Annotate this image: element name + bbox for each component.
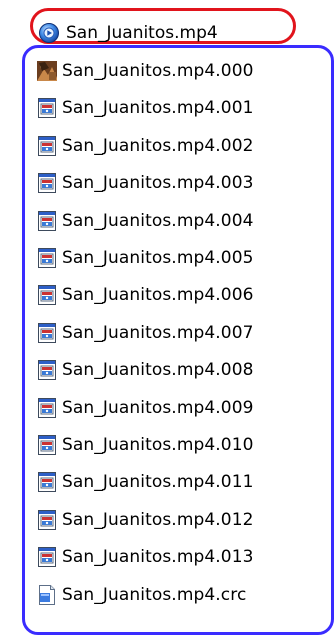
generic-file-icon bbox=[36, 210, 58, 232]
file-name: San_Juanitos.mp4.004 bbox=[62, 211, 254, 231]
file-item[interactable]: San_Juanitos.mp4.crc bbox=[36, 580, 246, 610]
file-name: San_Juanitos.mp4.005 bbox=[62, 248, 254, 268]
file-name: San_Juanitos.mp4 bbox=[66, 23, 218, 43]
file-item[interactable]: San_Juanitos.mp4.012 bbox=[36, 505, 254, 535]
file-name: San_Juanitos.mp4.008 bbox=[62, 360, 254, 380]
generic-file-icon bbox=[36, 322, 58, 344]
file-item[interactable]: San_Juanitos.mp4.002 bbox=[36, 131, 254, 161]
generic-file-icon bbox=[36, 397, 58, 419]
file-name: San_Juanitos.mp4.001 bbox=[62, 98, 254, 118]
file-item[interactable]: San_Juanitos.mp4.009 bbox=[36, 393, 254, 423]
file-item-original[interactable]: San_Juanitos.mp4 bbox=[38, 18, 218, 48]
file-item[interactable]: San_Juanitos.mp4.011 bbox=[36, 467, 254, 497]
file-item[interactable]: San_Juanitos.mp4.004 bbox=[36, 206, 254, 236]
file-name: San_Juanitos.mp4.009 bbox=[62, 398, 254, 418]
file-name: San_Juanitos.mp4.crc bbox=[62, 585, 247, 605]
generic-file-icon bbox=[36, 434, 58, 456]
generic-file-icon bbox=[36, 135, 58, 157]
media-player-icon bbox=[38, 22, 60, 44]
generic-file-icon bbox=[36, 97, 58, 119]
file-name: San_Juanitos.mp4.003 bbox=[62, 173, 254, 193]
file-listing: San_Juanitos.mp4 San_Juanitos.mp4.000 San… bbox=[0, 0, 336, 640]
file-name: San_Juanitos.mp4.011 bbox=[62, 472, 254, 492]
file-item[interactable]: San_Juanitos.mp4.013 bbox=[36, 542, 254, 572]
file-item[interactable]: San_Juanitos.mp4.005 bbox=[36, 243, 254, 273]
generic-file-icon bbox=[36, 546, 58, 568]
file-item[interactable]: San_Juanitos.mp4.001 bbox=[36, 93, 254, 123]
file-item[interactable]: San_Juanitos.mp4.003 bbox=[36, 168, 254, 198]
file-item[interactable]: San_Juanitos.mp4.006 bbox=[36, 280, 254, 310]
file-item[interactable]: San_Juanitos.mp4.007 bbox=[36, 318, 254, 348]
generic-file-icon bbox=[36, 172, 58, 194]
file-item[interactable]: San_Juanitos.mp4.000 bbox=[36, 56, 254, 86]
generic-file-icon bbox=[36, 359, 58, 381]
file-name: San_Juanitos.mp4.013 bbox=[62, 547, 254, 567]
file-name: San_Juanitos.mp4.006 bbox=[62, 285, 254, 305]
file-name: San_Juanitos.mp4.000 bbox=[62, 61, 254, 81]
file-item[interactable]: San_Juanitos.mp4.010 bbox=[36, 430, 254, 460]
generic-file-icon bbox=[36, 509, 58, 531]
file-name: San_Juanitos.mp4.007 bbox=[62, 323, 254, 343]
file-name: San_Juanitos.mp4.010 bbox=[62, 435, 254, 455]
generic-file-icon bbox=[36, 284, 58, 306]
file-name: San_Juanitos.mp4.012 bbox=[62, 510, 254, 530]
file-item[interactable]: San_Juanitos.mp4.008 bbox=[36, 355, 254, 385]
file-name: San_Juanitos.mp4.002 bbox=[62, 136, 254, 156]
text-file-icon bbox=[36, 584, 58, 606]
media-thumbnail-icon bbox=[36, 60, 58, 82]
generic-file-icon bbox=[36, 247, 58, 269]
generic-file-icon bbox=[36, 471, 58, 493]
